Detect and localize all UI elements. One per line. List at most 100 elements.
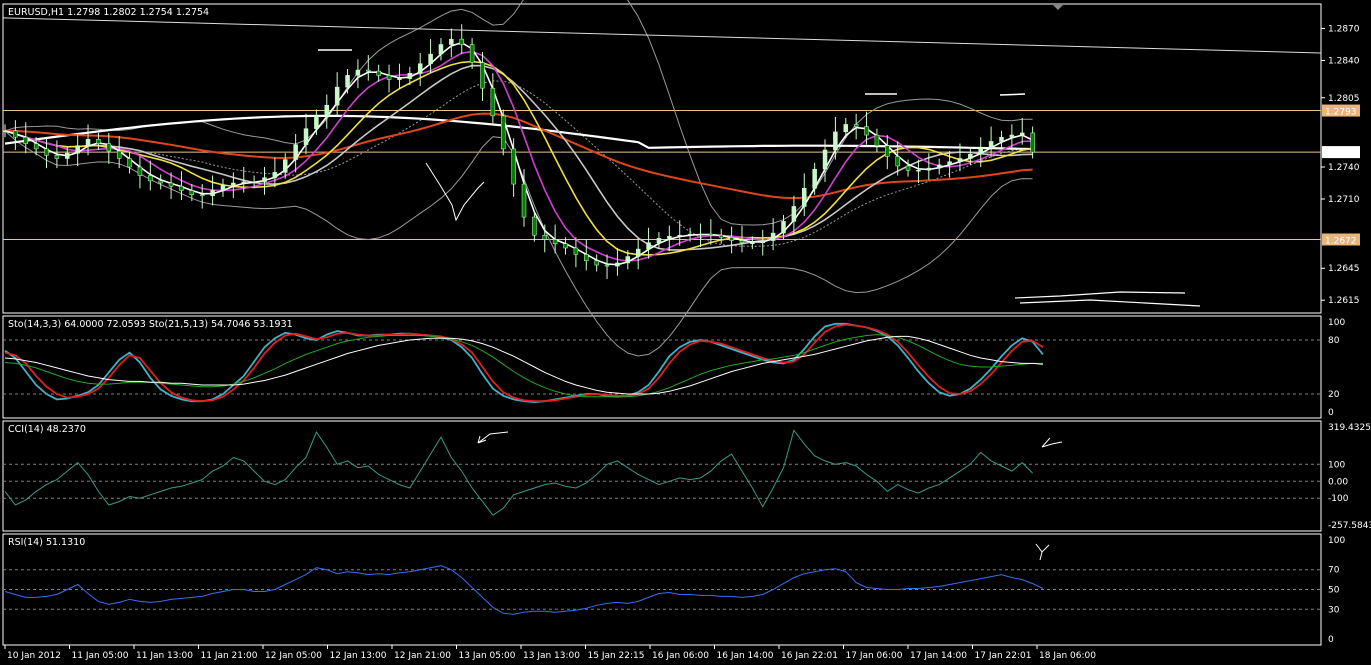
candle-body bbox=[314, 115, 319, 129]
candle-body bbox=[916, 169, 921, 172]
candle-body bbox=[75, 145, 80, 154]
candle-body bbox=[604, 264, 610, 267]
candle-body bbox=[407, 73, 413, 79]
candle-body bbox=[511, 148, 516, 185]
stochastic-ytick-label: 0 bbox=[1328, 408, 1334, 418]
candle-body bbox=[698, 233, 703, 236]
candle-body bbox=[957, 158, 963, 162]
candle-body bbox=[283, 159, 288, 173]
candle-body bbox=[936, 164, 942, 169]
candle-body bbox=[781, 221, 786, 234]
price-tag-label: 1.2793 bbox=[1325, 108, 1357, 118]
candle-body bbox=[594, 260, 599, 266]
cci-ytick-label: 100 bbox=[1328, 460, 1345, 470]
candle-body bbox=[812, 168, 817, 189]
cci-ytick-label: 319.4325 bbox=[1328, 423, 1371, 433]
bollinger-upper-band bbox=[4, 0, 1033, 226]
candle-body bbox=[428, 53, 433, 64]
xtick-label: 13 Jan 05:00 bbox=[459, 651, 516, 661]
stochastic-series-line bbox=[4, 335, 1044, 395]
main-panel-frame bbox=[2, 3, 1322, 314]
xtick-label: 16 Jan 22:01 bbox=[781, 651, 838, 661]
price-tag-label: 1.2754 bbox=[1325, 149, 1357, 159]
ma-10-line bbox=[4, 60, 1033, 256]
xtick-label: 13 Jan 13:00 bbox=[523, 651, 580, 661]
candle-body bbox=[158, 180, 163, 184]
trading-chart[interactable]: 1.2870 1.2840 1.2805 1.2740 1.2710 1.2645 1.26… bbox=[0, 0, 1371, 665]
xtick-label: 17 Jan 06:00 bbox=[846, 651, 903, 661]
xtick-label: 11 Jan 05:00 bbox=[72, 651, 129, 661]
candle-body bbox=[272, 172, 278, 178]
xtick-label: 11 Jan 13:00 bbox=[136, 651, 193, 661]
candle-body bbox=[459, 38, 464, 45]
candle-body bbox=[853, 124, 859, 127]
candle-body bbox=[1009, 134, 1015, 138]
freehand-annotation bbox=[1014, 291, 1201, 307]
candle-body bbox=[210, 190, 215, 197]
candle-body bbox=[199, 194, 205, 197]
candle-body bbox=[386, 75, 392, 80]
candle-body bbox=[1019, 132, 1025, 136]
candle-body bbox=[397, 78, 402, 80]
xtick-label: 17 Jan 22:01 bbox=[975, 651, 1032, 661]
arrow-annotation-icon bbox=[1041, 437, 1063, 448]
candle-body bbox=[23, 136, 29, 144]
stochastic-series-line bbox=[4, 334, 1043, 398]
candle-body bbox=[345, 75, 350, 88]
candle-body bbox=[822, 149, 828, 170]
main-ytick-label: 1.2740 bbox=[1328, 163, 1360, 173]
candle-body bbox=[137, 166, 143, 176]
arrow-annotation-icon bbox=[477, 431, 509, 444]
rsi-label: RSI(14) 51.1310 bbox=[8, 537, 85, 548]
candle-body bbox=[718, 234, 724, 238]
candle-body bbox=[355, 69, 361, 76]
candle-body bbox=[750, 242, 755, 244]
xtick-label: 16 Jan 06:00 bbox=[652, 651, 709, 661]
main-ytick-label: 1.2805 bbox=[1328, 94, 1360, 104]
xtick-label: 17 Jan 14:00 bbox=[910, 651, 967, 661]
candle-body bbox=[33, 143, 39, 150]
stochastic-ytick-label: 80 bbox=[1328, 336, 1340, 346]
candle-body bbox=[739, 240, 745, 243]
rsi-panel-frame bbox=[2, 533, 1322, 646]
rsi-ytick-label: 30 bbox=[1328, 605, 1340, 615]
candle-body bbox=[417, 63, 423, 74]
candle-body bbox=[13, 130, 18, 138]
candle-body bbox=[376, 70, 381, 76]
candle-body bbox=[874, 134, 880, 146]
candle-body bbox=[324, 104, 330, 117]
xtick-label: 12 Jan 21:00 bbox=[394, 651, 451, 661]
arrow-annotation-icon bbox=[1035, 543, 1050, 561]
candle-body bbox=[449, 38, 454, 45]
xtick-label: 11 Jan 21:00 bbox=[201, 651, 258, 661]
candle-body bbox=[677, 234, 682, 237]
shift-marker-icon[interactable] bbox=[1053, 5, 1063, 10]
xtick-label: 16 Jan 14:00 bbox=[717, 651, 774, 661]
candle-body bbox=[843, 124, 849, 133]
trendline[interactable] bbox=[2, 17, 1322, 54]
candle-body bbox=[116, 150, 122, 159]
main-ytick-label: 1.2840 bbox=[1328, 56, 1360, 66]
candle-body bbox=[469, 44, 475, 63]
rsi-ytick-label: 0 bbox=[1328, 635, 1334, 645]
candle-body bbox=[729, 237, 734, 241]
candle-body bbox=[760, 240, 765, 243]
candle-body bbox=[802, 188, 807, 207]
candle-body bbox=[625, 256, 631, 264]
candle-body bbox=[968, 153, 973, 159]
candle-body bbox=[978, 147, 983, 155]
candle-body bbox=[885, 145, 890, 157]
candle-body bbox=[563, 243, 568, 249]
candle-body bbox=[833, 131, 838, 151]
candle-body bbox=[864, 126, 869, 136]
candle-body bbox=[500, 115, 506, 150]
candle-body bbox=[490, 87, 496, 117]
candle-body bbox=[127, 158, 132, 168]
stochastic-ytick-label: 20 bbox=[1328, 390, 1340, 400]
candle-body bbox=[770, 232, 776, 241]
candle-body bbox=[251, 181, 257, 184]
candle-body bbox=[480, 62, 485, 89]
candle-body bbox=[168, 182, 174, 187]
candle-body bbox=[54, 155, 60, 159]
stochastic-ytick-label: 100 bbox=[1328, 318, 1345, 328]
